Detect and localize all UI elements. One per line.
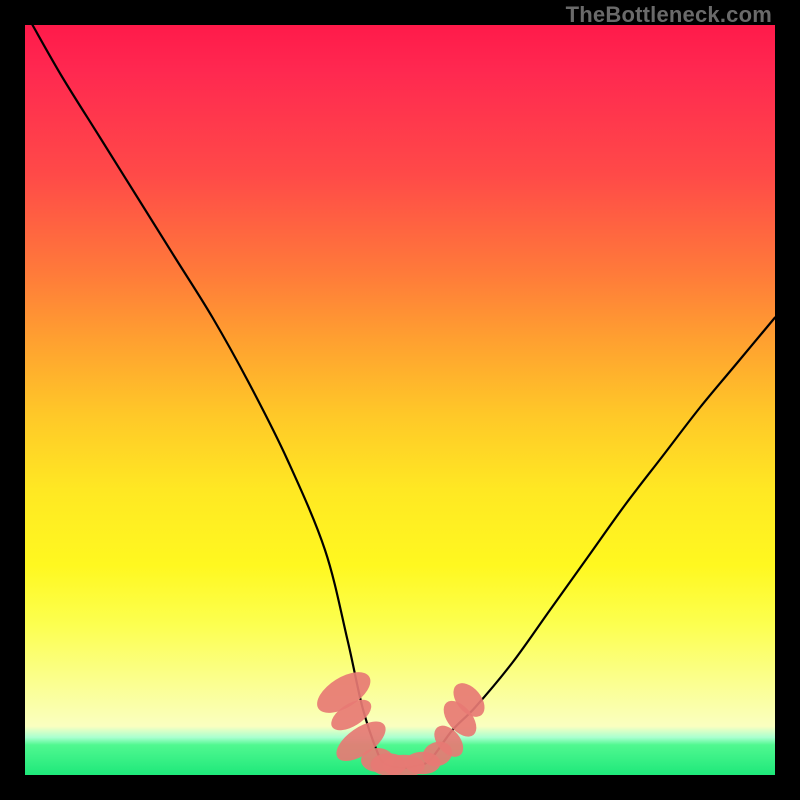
plot-area: [25, 25, 775, 775]
curve-markers: [310, 664, 490, 775]
chart-container: TheBottleneck.com: [0, 0, 800, 800]
bottleneck-curve: [33, 25, 776, 768]
bottleneck-curve-svg: [25, 25, 775, 775]
watermark: TheBottleneck.com: [566, 2, 772, 28]
